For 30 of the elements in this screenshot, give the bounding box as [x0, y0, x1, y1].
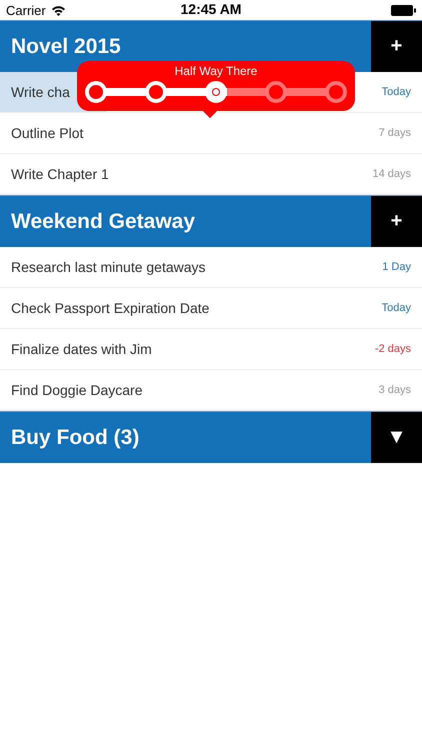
- due-label: 3 days: [378, 384, 411, 396]
- carrier-label: Carrier: [6, 2, 46, 18]
- task-name: Write Chapter 1: [11, 166, 109, 182]
- battery-icon: [391, 4, 416, 16]
- due-label: 14 days: [372, 168, 411, 180]
- section-title: Buy Food (3): [11, 426, 140, 450]
- step-dot[interactable]: [325, 81, 347, 103]
- clock: 12:45 AM: [180, 1, 242, 17]
- expand-button[interactable]: ▼: [371, 412, 422, 463]
- section-title: Novel 2015: [11, 34, 121, 58]
- due-label: Today: [382, 302, 411, 314]
- task-name: Outline Plot: [11, 125, 84, 141]
- popover-title: Half Way There: [174, 64, 258, 78]
- task-name: Finalize dates with Jim: [11, 341, 152, 357]
- due-label: 7 days: [378, 127, 411, 139]
- add-button[interactable]: +: [371, 196, 422, 247]
- task-name: Research last minute getaways: [11, 259, 206, 275]
- wifi-icon: [50, 4, 66, 16]
- task-name: Check Passport Expiration Date: [11, 300, 210, 316]
- add-button[interactable]: +: [371, 21, 422, 72]
- task-row[interactable]: Outline Plot 7 days: [0, 113, 422, 154]
- due-label: -2 days: [374, 343, 411, 355]
- due-label: 1 Day: [382, 261, 411, 273]
- task-row[interactable]: Finalize dates with Jim -2 days: [0, 329, 422, 370]
- section-title: Weekend Getaway: [11, 210, 196, 234]
- task-name: Write cha: [11, 84, 70, 100]
- task-row[interactable]: Check Passport Expiration Date Today: [0, 288, 422, 329]
- task-row[interactable]: Research last minute getaways 1 Day: [0, 247, 422, 288]
- task-name: Find Doggie Daycare: [11, 382, 143, 398]
- due-label: Today: [382, 86, 411, 98]
